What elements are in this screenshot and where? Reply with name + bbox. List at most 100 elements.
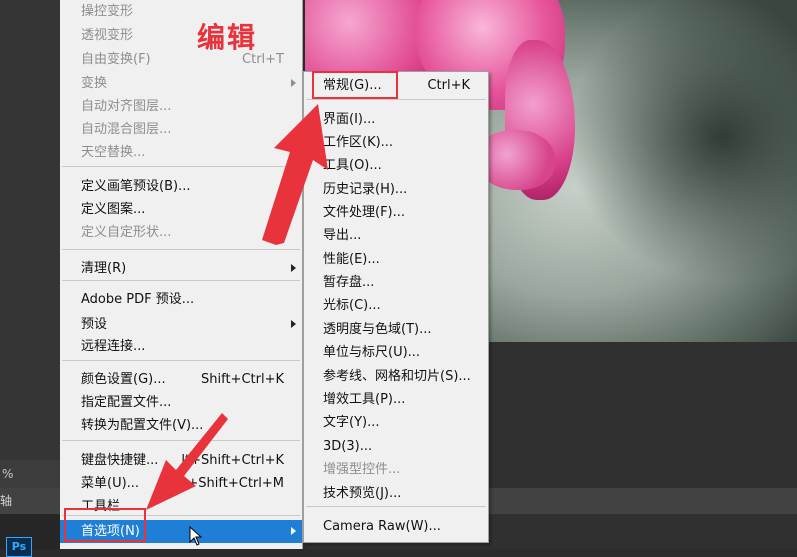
zoom-readout: % (2, 467, 14, 481)
edit-menu-item: 天空替换... (60, 141, 302, 164)
menu-item-label: 键盘快捷键... (81, 453, 159, 468)
submenu-arrow-icon (291, 527, 296, 535)
preferences-menu-item[interactable]: 技术预览(J)... (304, 482, 488, 505)
menu-item-label: 性能(E)... (323, 252, 380, 267)
menu-separator (306, 506, 486, 507)
menu-item-label: 预设 (81, 317, 108, 332)
menu-item-label: 工具(O)... (323, 158, 382, 173)
edit-menu-item[interactable]: Adobe PDF 预设... (60, 288, 302, 311)
menu-item-label: 自动混合图层... (81, 122, 172, 137)
menu-item-label: 自动对齐图层... (81, 99, 172, 114)
edit-menu: 操控变形透视变形自由变换(F) Ctrl+T 变换自动对齐图层... 自动混合图层..… (60, 0, 303, 549)
menu-item-label: 操控变形 (81, 4, 134, 19)
menu-item-label: 清理(R) (81, 261, 127, 276)
preferences-menu-item[interactable]: 文件处理(F)... (304, 201, 488, 224)
menu-item-label: 技术预览(J)... (323, 486, 402, 501)
preferences-menu-item: 增强型控件... (304, 458, 488, 481)
menu-item-label: 光标(C)... (323, 298, 381, 313)
menu-item-label: 单位与标尺(U)... (323, 345, 421, 360)
edit-menu-item: 变换 (60, 72, 302, 95)
preferences-menu-item[interactable]: 增效工具(P)... (304, 388, 488, 411)
menu-item-label: 暂存盘... (323, 275, 375, 290)
edit-menu-item: 定义自定形状... (60, 221, 302, 244)
preferences-menu-item[interactable]: 历史记录(H)... (304, 178, 488, 201)
menu-item-label: 3D(3)... (323, 439, 373, 454)
highlight-box-general (312, 71, 398, 99)
status-bar: % 2592 (0, 460, 60, 509)
menu-item-label: 定义画笔预设(B)... (81, 179, 191, 194)
menu-separator (62, 166, 300, 167)
edit-menu-item[interactable]: 菜单(U)... lt+Shift+Ctrl+M (60, 472, 302, 495)
menu-item-label: 工作区(K)... (323, 135, 394, 150)
preferences-menu-item[interactable]: 透明度与色域(T)... (304, 318, 488, 341)
menu-item-label: 变换 (81, 76, 108, 91)
menu-item-shortcut: lt+Shift+Ctrl+K (181, 453, 284, 468)
menu-item-label: 颜色设置(G)... (81, 372, 166, 387)
preferences-menu-item[interactable]: 3D(3)... (304, 435, 488, 458)
edit-menu-item[interactable]: 键盘快捷键... lt+Shift+Ctrl+K (60, 449, 302, 472)
menu-separator (62, 360, 300, 361)
menu-item-label: 界面(I)... (323, 112, 376, 127)
menu-item-label: 文件处理(F)... (323, 205, 406, 220)
edit-menu-item[interactable]: 预设 (60, 313, 302, 336)
preferences-menu-item[interactable]: 单位与标尺(U)... (304, 341, 488, 364)
menu-item-label: 自由变换(F) (81, 52, 151, 67)
edit-menu-item: 自动混合图层... (60, 118, 302, 141)
timeline-tab[interactable]: 轴 (0, 488, 60, 514)
edit-menu-item[interactable]: 定义画笔预设(B)... (60, 175, 302, 198)
menu-separator (306, 99, 486, 100)
menu-item-label: 菜单(U)... (81, 476, 140, 491)
menu-item-label: 指定配置文件... (81, 395, 172, 410)
edit-menu-item: 自动对齐图层... (60, 95, 302, 118)
highlight-box-preferences (64, 508, 146, 542)
menu-item-label: Camera Raw(W)... (323, 519, 441, 534)
preferences-menu-item[interactable]: 导出... (304, 224, 488, 247)
submenu-arrow-icon (291, 264, 296, 272)
edit-menu-item: 操控变形 (60, 0, 302, 23)
preferences-menu-item[interactable]: 工作区(K)... (304, 131, 488, 154)
menu-item-label: 历史记录(H)... (323, 182, 408, 197)
edit-menu-item[interactable]: 远程连接... (60, 335, 302, 358)
preferences-menu-item[interactable]: 性能(E)... (304, 248, 488, 271)
edit-menu-item[interactable]: 指定配置文件... (60, 391, 302, 414)
menu-item-label: 透视变形 (81, 28, 134, 43)
preferences-menu-item[interactable]: 工具(O)... (304, 154, 488, 177)
menu-item-label: 文字(Y)... (323, 415, 380, 430)
preferences-menu-item[interactable]: 光标(C)... (304, 294, 488, 317)
edit-menu-item: 自由变换(F) Ctrl+T (60, 48, 302, 71)
menu-item-label: 增强型控件... (323, 462, 401, 477)
menu-item-label: Adobe PDF 预设... (81, 292, 195, 307)
edit-menu-item: 透视变形 (60, 24, 302, 47)
edit-menu-item[interactable]: 清理(R) (60, 257, 302, 280)
preferences-menu-item[interactable]: 文字(Y)... (304, 411, 488, 434)
submenu-arrow-icon (291, 79, 296, 87)
menu-item-label: 定义自定形状... (81, 225, 172, 240)
menu-item-shortcut: lt+Shift+Ctrl+M (178, 476, 284, 491)
submenu-arrow-icon (291, 320, 296, 328)
preferences-menu-item[interactable]: 暂存盘... (304, 271, 488, 294)
preferences-menu-item[interactable]: 参考线、网格和切片(S)... (304, 365, 488, 388)
timeline-label: 轴 (0, 494, 13, 508)
preferences-submenu: 常规(G)... Ctrl+K 界面(I)... 工作区(K)... 工具(O)... 历… (303, 71, 489, 543)
annotation-title: 编辑 (197, 21, 258, 54)
menu-separator (62, 249, 300, 250)
edit-menu-item[interactable]: 定义图案... (60, 198, 302, 221)
preferences-menu-item[interactable]: Camera Raw(W)... (304, 515, 488, 538)
menu-item-shortcut: Shift+Ctrl+K (201, 372, 284, 387)
menu-item-label: 参考线、网格和切片(S)... (323, 369, 471, 384)
menu-item-label: 转换为配置文件(V)... (81, 418, 204, 433)
mouse-cursor-icon (189, 526, 203, 546)
menu-item-label: 透明度与色域(T)... (323, 322, 432, 337)
menu-item-label: 增效工具(P)... (323, 392, 406, 407)
menu-item-label: 天空替换... (81, 145, 146, 160)
menu-item-shortcut: Ctrl+K (427, 78, 470, 93)
menu-item-label: 定义图案... (81, 202, 146, 217)
edit-menu-item[interactable]: 转换为配置文件(V)... (60, 414, 302, 437)
photoshop-app-icon[interactable]: Ps (6, 537, 32, 557)
menu-item-label: 导出... (323, 228, 362, 243)
menu-item-label: 远程连接... (81, 339, 146, 354)
preferences-menu-item[interactable]: 界面(I)... (304, 108, 488, 131)
menu-separator (62, 280, 300, 281)
edit-menu-item[interactable]: 颜色设置(G)... Shift+Ctrl+K (60, 368, 302, 391)
menu-separator (62, 440, 300, 441)
